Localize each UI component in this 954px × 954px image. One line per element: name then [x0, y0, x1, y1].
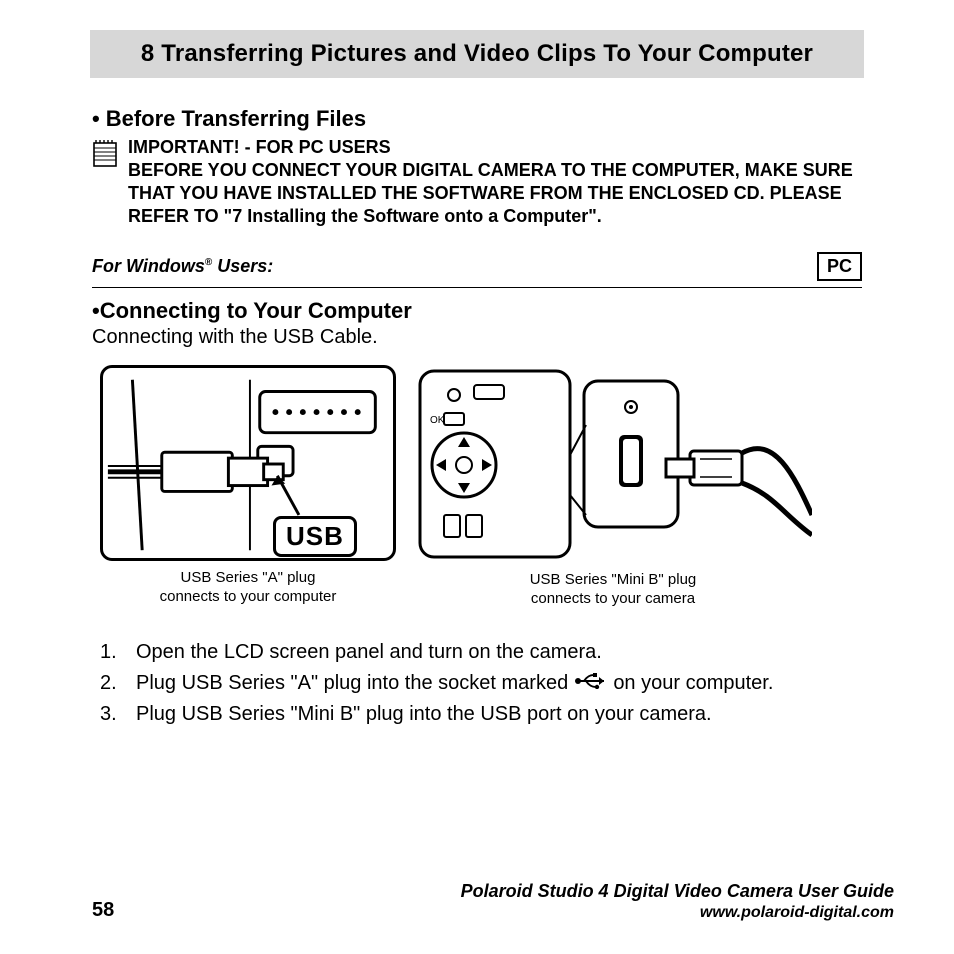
- figure-b-caption: USB Series "Mini B" plug connects to you…: [530, 571, 697, 609]
- step-text: Open the LCD screen panel and turn on th…: [136, 637, 602, 668]
- step-2: 2. Plug USB Series "A" plug into the soc…: [100, 668, 862, 699]
- win-suffix: Users:: [212, 256, 273, 276]
- guide-title: Polaroid Studio 4 Digital Video Camera U…: [461, 881, 894, 902]
- section-before-transferring: •Before Transferring Files IMPORTANT! - …: [92, 106, 862, 730]
- step-text: Plug USB Series "A" plug into the socket…: [136, 668, 773, 699]
- figure-a-illustration: USB: [100, 365, 396, 561]
- important-text: IMPORTANT! - FOR PC USERS BEFORE YOU CON…: [128, 136, 862, 228]
- caption-l2: connects to your camera: [531, 590, 695, 607]
- heading-text: Connecting to Your Computer: [100, 298, 412, 323]
- important-note: IMPORTANT! - FOR PC USERS BEFORE YOU CON…: [92, 136, 862, 228]
- pc-badge: PC: [817, 252, 862, 281]
- step-3: 3. Plug USB Series "Mini B" plug into th…: [100, 699, 862, 730]
- step-text: Plug USB Series "Mini B" plug into the U…: [136, 699, 712, 730]
- guide-url: www.polaroid-digital.com: [461, 904, 894, 922]
- chapter-title: 8 Transferring Pictures and Video Clips …: [90, 30, 864, 78]
- step-2a: Plug USB Series "A" plug into the socket…: [136, 672, 568, 694]
- connecting-subheading: Connecting with the USB Cable.: [92, 326, 862, 349]
- guide-info: Polaroid Studio 4 Digital Video Camera U…: [461, 881, 894, 922]
- windows-users-row: For Windows® Users: PC: [92, 252, 862, 281]
- figure-b-illustration: OK: [414, 365, 812, 563]
- step-1: 1. Open the LCD screen panel and turn on…: [100, 637, 862, 668]
- figure-usb-a: USB USB Series "A" plug connects to your…: [100, 365, 396, 609]
- caption-l1: USB Series "Mini B" plug: [530, 571, 697, 588]
- important-body: BEFORE YOU CONNECT YOUR DIGITAL CAMERA T…: [128, 159, 862, 228]
- section-heading-before: •Before Transferring Files: [92, 106, 862, 132]
- page-footer: 58 Polaroid Studio 4 Digital Video Camer…: [60, 881, 894, 922]
- bullet-icon: •: [92, 106, 100, 131]
- divider: [92, 287, 862, 288]
- usb-camera-illustration: OK: [414, 365, 812, 563]
- notepad-icon: [92, 138, 118, 173]
- figure-usb-minib: OK: [414, 365, 812, 609]
- step-number: 3.: [100, 699, 122, 730]
- figure-a-caption: USB Series "A" plug connects to your com…: [160, 569, 337, 607]
- step-number: 1.: [100, 637, 122, 668]
- windows-label: For Windows® Users:: [92, 256, 273, 277]
- important-label: IMPORTANT! - FOR PC USERS: [128, 136, 862, 159]
- caption-l2: connects to your computer: [160, 588, 337, 605]
- win-prefix: For Windows: [92, 256, 205, 276]
- usb-trident-icon: [574, 668, 608, 699]
- section-heading-connecting: •Connecting to Your Computer: [92, 298, 862, 324]
- caption-l1: USB Series "A" plug: [181, 569, 316, 586]
- svg-text:OK: OK: [430, 415, 445, 426]
- steps-list: 1. Open the LCD screen panel and turn on…: [100, 637, 862, 730]
- manual-page: 8 Transferring Pictures and Video Clips …: [0, 0, 954, 954]
- step-2b: on your computer.: [613, 672, 773, 694]
- bullet-icon: •: [92, 298, 100, 323]
- heading-text: Before Transferring Files: [106, 106, 366, 131]
- usb-badge: USB: [273, 516, 357, 557]
- figures-row: USB USB Series "A" plug connects to your…: [100, 365, 862, 609]
- page-number: 58: [92, 899, 114, 922]
- step-number: 2.: [100, 668, 122, 699]
